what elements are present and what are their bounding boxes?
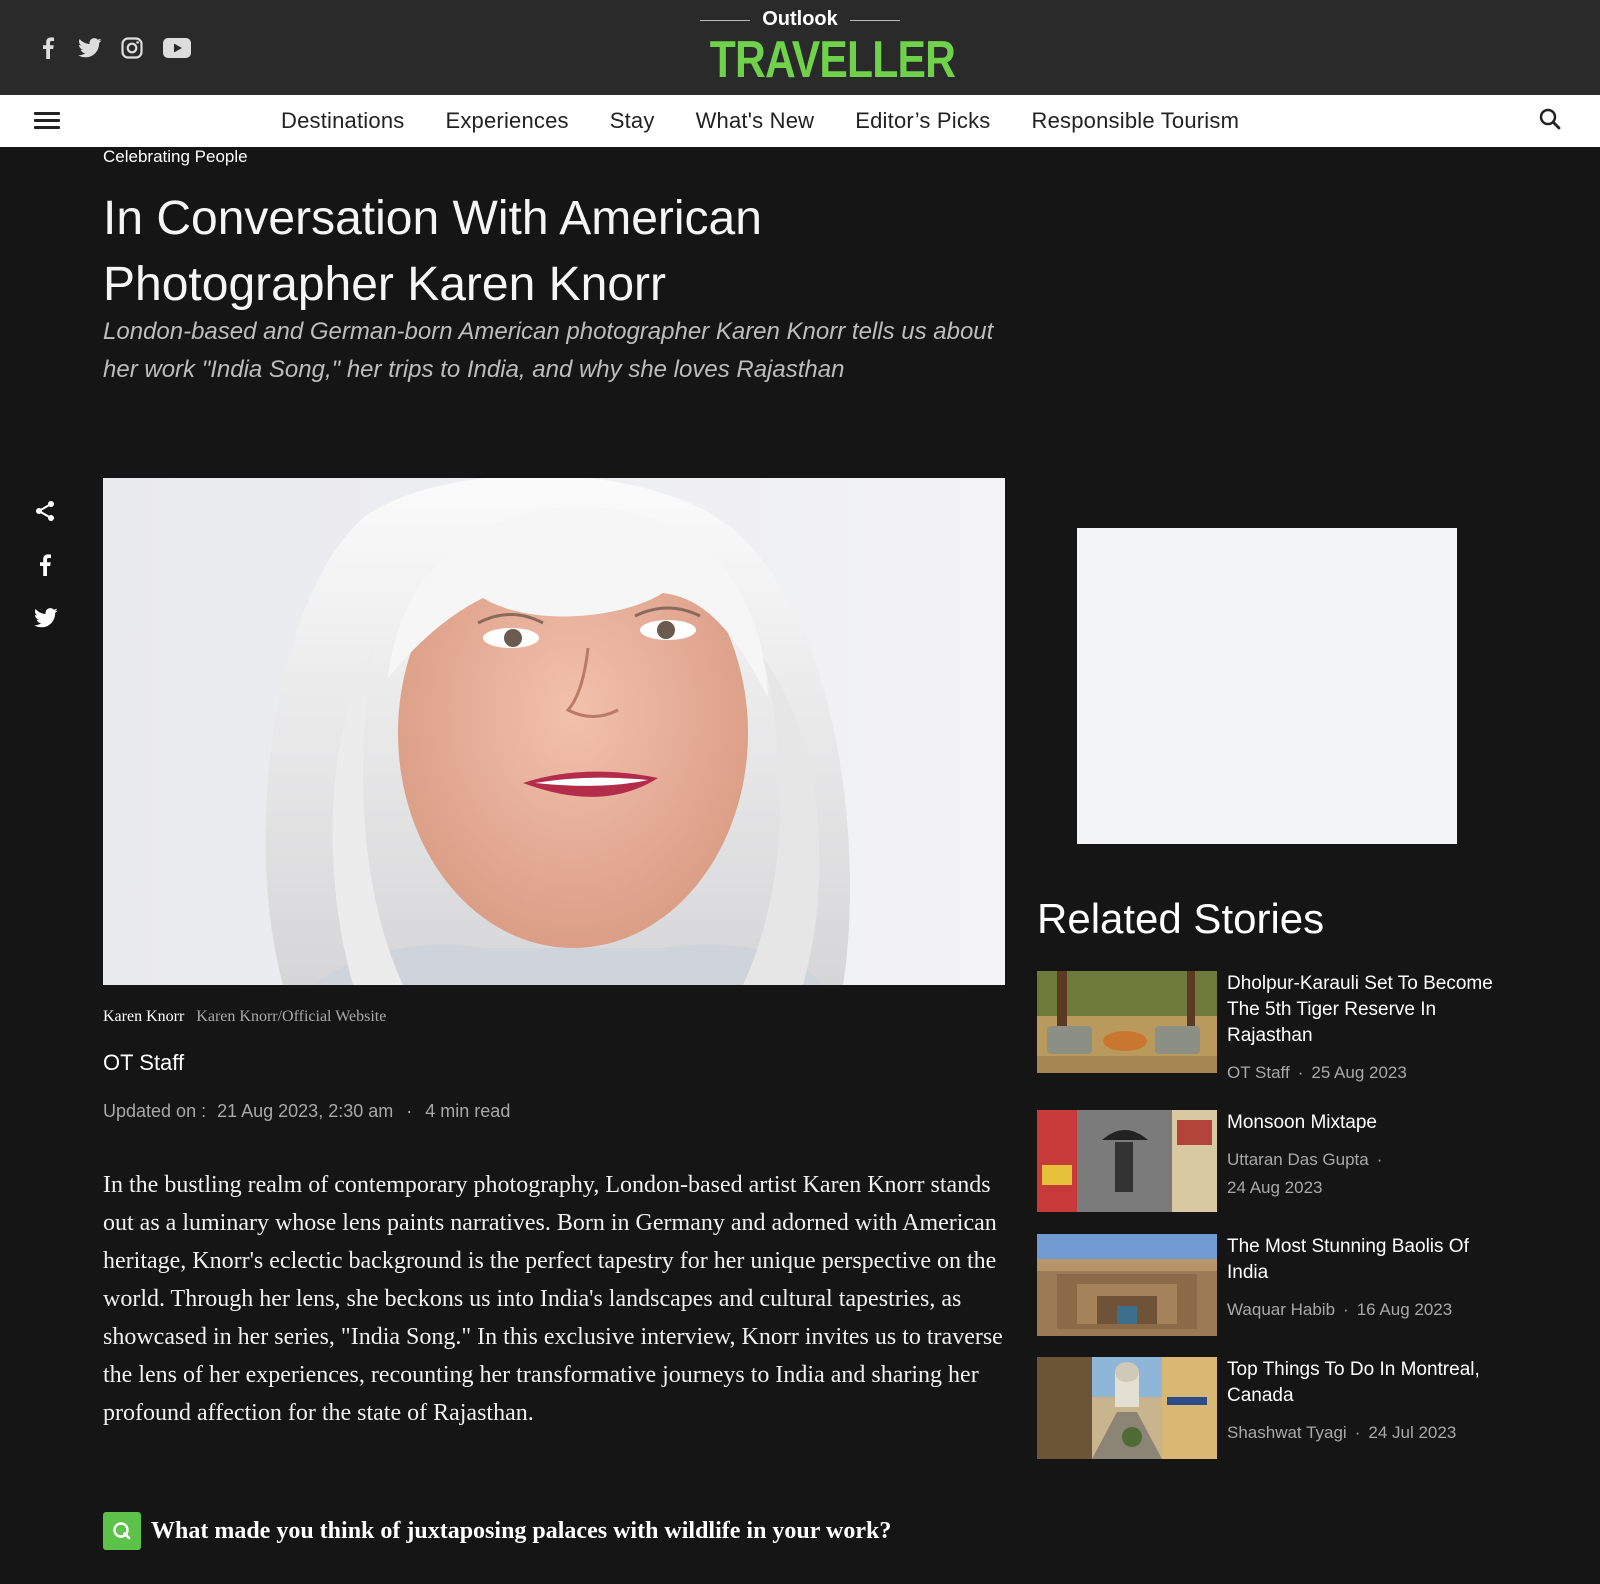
story-meta: Uttaran Das Gupta · 24 Aug 2023	[1227, 1150, 1383, 1197]
logo-outlook-text: Outlook	[700, 8, 900, 31]
story-meta: OT Staff · 25 Aug 2023	[1227, 1063, 1407, 1082]
story-author: Uttaran Das Gupta	[1227, 1150, 1369, 1169]
story-author: Shashwat Tyagi	[1227, 1423, 1347, 1442]
article-headline: In Conversation With American Photograph…	[103, 192, 762, 311]
question-icon	[103, 1512, 141, 1550]
nav-item-experiences[interactable]: Experiences	[445, 108, 568, 134]
nav-item-whats-new[interactable]: What's New	[696, 108, 815, 134]
nav-item-stay[interactable]: Stay	[610, 108, 655, 134]
story-meta: Waquar Habib · 16 Aug 2023	[1227, 1300, 1453, 1319]
instagram-icon[interactable]	[120, 36, 144, 60]
menu-icon[interactable]	[34, 109, 60, 133]
story-meta: Shashwat Tyagi · 24 Jul 2023	[1227, 1423, 1457, 1442]
hero-image	[103, 478, 1005, 985]
story-author: Waquar Habib	[1227, 1300, 1336, 1319]
facebook-icon[interactable]	[36, 36, 60, 60]
share-rail	[34, 500, 60, 662]
story-title[interactable]: Dholpur-Karauli Set To Become The 5th Ti…	[1227, 971, 1497, 1049]
story-title[interactable]: Top Things To Do In Montreal, Canada	[1227, 1357, 1497, 1409]
article-subhead: London-based and German-born American ph…	[103, 318, 994, 383]
story-date: 24 Jul 2023	[1368, 1423, 1457, 1442]
story-thumbnail[interactable]	[1037, 1110, 1217, 1212]
caption-credit: Karen Knorr/Official Website	[196, 1008, 387, 1025]
image-caption: Karen Knorr Karen Knorr/Official Website	[103, 1008, 386, 1026]
story-author: OT Staff	[1227, 1063, 1290, 1082]
nav-item-destinations[interactable]: Destinations	[281, 108, 404, 134]
question-text: What made you think of juxtaposing palac…	[151, 1517, 892, 1544]
facebook-share-icon[interactable]	[34, 554, 60, 580]
search-icon[interactable]	[1538, 107, 1566, 135]
main-nav: Destinations Experiences Stay What's New…	[0, 95, 1600, 147]
story-date: 24 Aug 2023	[1227, 1178, 1323, 1197]
nav-links: Destinations Experiences Stay What's New…	[281, 95, 1239, 147]
ad-placeholder[interactable]	[1077, 528, 1457, 844]
logo-traveller-text: TRAVELLER	[709, 31, 956, 89]
social-links	[36, 36, 192, 60]
interview-question: What made you think of juxtaposing palac…	[103, 1512, 891, 1550]
article-body: In the bustling realm of contemporary ph…	[103, 1172, 1003, 1426]
twitter-icon[interactable]	[78, 36, 102, 60]
caption-text: Karen Knorr	[103, 1008, 185, 1025]
youtube-icon[interactable]	[162, 36, 192, 60]
story-thumbnail[interactable]	[1037, 1357, 1217, 1459]
story-thumbnail[interactable]	[1037, 971, 1217, 1073]
story-date: 25 Aug 2023	[1311, 1063, 1407, 1082]
site-logo[interactable]: Outlook TRAVELLER	[690, 8, 956, 89]
updated-date: 21 Aug 2023, 2:30 am	[217, 1101, 394, 1121]
story-title[interactable]: The Most Stunning Baolis Of India	[1227, 1234, 1497, 1286]
story-thumbnail[interactable]	[1037, 1234, 1217, 1336]
site-header: Outlook TRAVELLER	[0, 0, 1600, 95]
author-name[interactable]: OT Staff	[103, 1050, 184, 1076]
share-icon[interactable]	[34, 500, 60, 526]
article-category[interactable]: Celebrating People	[103, 147, 248, 167]
story-title[interactable]: Monsoon Mixtape	[1227, 1110, 1497, 1136]
story-date: 16 Aug 2023	[1356, 1300, 1453, 1319]
related-stories-title: Related Stories	[1037, 895, 1325, 942]
nav-item-responsible-tourism[interactable]: Responsible Tourism	[1032, 108, 1240, 134]
updated-label: Updated on :	[103, 1101, 207, 1121]
read-time: 4 min read	[425, 1101, 511, 1121]
nav-item-editors-picks[interactable]: Editor’s Picks	[855, 108, 990, 134]
article-meta: Updated on : 21 Aug 2023, 2:30 am · 4 mi…	[103, 1101, 511, 1121]
twitter-share-icon[interactable]	[34, 608, 60, 634]
